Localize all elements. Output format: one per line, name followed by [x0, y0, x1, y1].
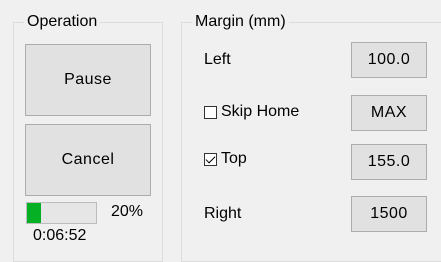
skip-home-checkbox[interactable]: Skip Home	[204, 103, 299, 121]
left-label: Left	[204, 51, 231, 68]
top-checkbox-box[interactable]	[204, 152, 217, 166]
left-value: 100.0	[367, 51, 411, 68]
skip-home-value-button[interactable]: MAX	[351, 95, 427, 131]
top-value: 155.0	[367, 153, 411, 170]
right-label: Right	[204, 205, 242, 222]
progress-percent: 20%	[111, 203, 144, 220]
elapsed-time: 0:06:52	[33, 227, 87, 244]
right-value-button[interactable]: 1500	[351, 196, 427, 232]
cancel-button-label: Cancel	[61, 151, 115, 168]
top-checkbox[interactable]: Top	[204, 150, 247, 168]
pause-button[interactable]: Pause	[25, 44, 151, 116]
top-value-button[interactable]: 155.0	[351, 144, 427, 180]
top-label: Top	[221, 150, 247, 167]
skip-home-value: MAX	[370, 104, 408, 121]
skip-home-checkbox-box[interactable]	[204, 105, 217, 119]
pause-button-label: Pause	[64, 71, 112, 88]
cancel-button[interactable]: Cancel	[25, 124, 151, 196]
progress-bar-fill	[27, 203, 41, 223]
right-value: 1500	[370, 205, 408, 222]
margin-group-title: Margin (mm)	[192, 13, 289, 31]
left-value-button[interactable]: 100.0	[351, 42, 427, 78]
progress-bar	[26, 202, 97, 224]
operation-group-title: Operation	[24, 13, 101, 31]
skip-home-label: Skip Home	[221, 103, 300, 120]
